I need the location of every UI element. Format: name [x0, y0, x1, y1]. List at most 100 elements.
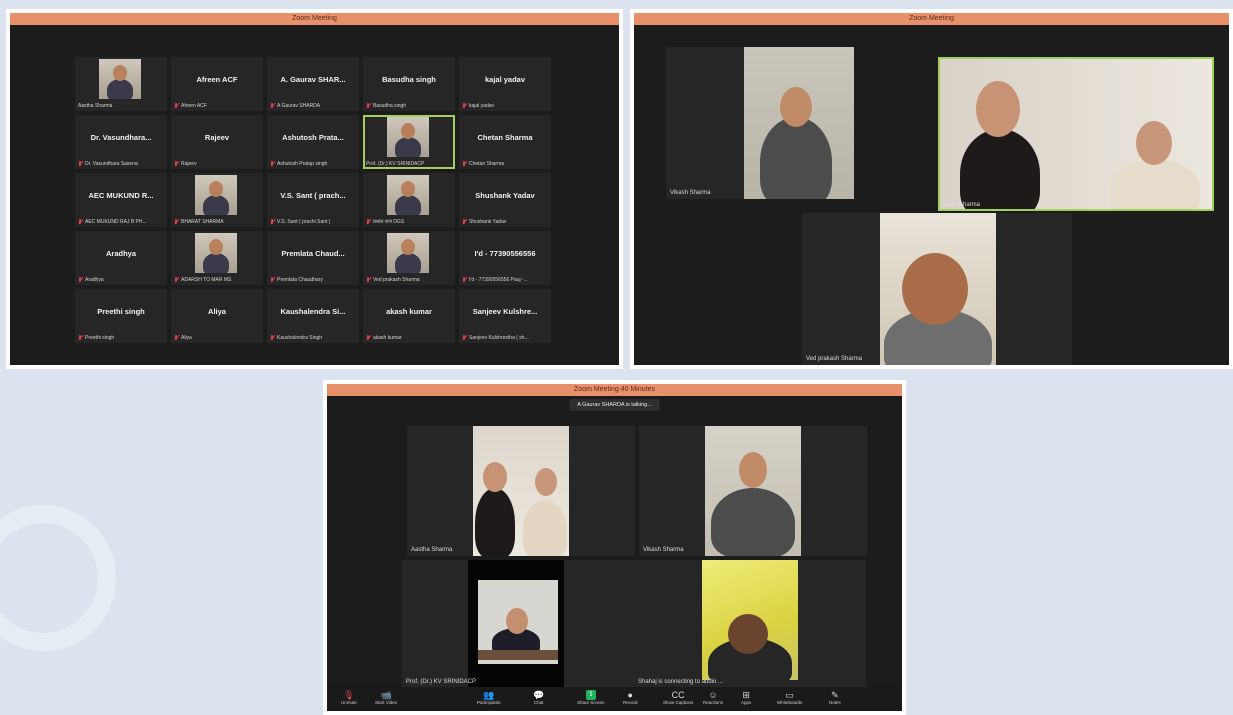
- gallery-tile[interactable]: ADARSH TO MAR MS: [171, 231, 263, 285]
- mic-muted-icon: [270, 219, 275, 225]
- apps-button[interactable]: ⊞ Apps: [741, 690, 751, 705]
- share-screen-button[interactable]: ⇧ Share Screen: [577, 690, 605, 705]
- video-tile[interactable]: Ved prakash Sharma: [802, 213, 1072, 365]
- gallery-tile[interactable]: Ved prakash Sharma: [363, 231, 455, 285]
- chat-button[interactable]: 💬 Chat: [533, 690, 544, 705]
- reactions-button[interactable]: ☺ Reactions: [703, 690, 723, 705]
- participants-button[interactable]: 👥 Participants: [477, 690, 501, 705]
- participant-name: Vikash Sharma: [670, 190, 711, 196]
- participant-display-name: Basudha singh: [382, 75, 436, 84]
- participant-name: Ved prakash Sharma: [373, 277, 420, 283]
- participant-name-label: Aliya: [174, 335, 261, 341]
- record-icon: ●: [627, 690, 633, 700]
- mic-off-button[interactable]: 🎙 Unmute: [341, 690, 357, 705]
- participant-name: Ved prakash Sharma: [806, 356, 863, 362]
- gallery-tile[interactable]: I'd - 77390556556 I'd - 77390556556 Pauj …: [459, 231, 551, 285]
- participant-name-label: Preethi singh: [78, 335, 165, 341]
- gallery-tile[interactable]: प्रशांत राज DGS: [363, 173, 455, 227]
- gallery-tile[interactable]: Aliya Aliya: [171, 289, 263, 343]
- participant-name: प्रशांत राज DGS: [373, 219, 405, 225]
- participant-name-label: Kaushalendra Singh: [270, 335, 357, 341]
- participant-name: Basudha singh: [373, 103, 407, 109]
- gallery-tile[interactable]: V.S. Sant ( prach... V.S. Sant ( prachi S…: [267, 173, 359, 227]
- participant-name-label: प्रशांत राज DGS: [366, 219, 453, 225]
- notes-button[interactable]: ✎ Notes: [829, 690, 841, 705]
- gallery-tile[interactable]: AEC MUKUND R... AEC MUKUND RAJ B PH...: [75, 173, 167, 227]
- toolbar-label: Chat: [533, 700, 544, 705]
- gallery-tile[interactable]: Dr. Vasundhara... Dr. Vasundhara Saxena: [75, 115, 167, 169]
- mic-muted-icon: [270, 161, 275, 167]
- mic-muted-icon: [174, 277, 179, 283]
- mic-muted-icon: [78, 219, 83, 225]
- chat-icon: 💬: [533, 690, 545, 700]
- participant-name-label: I'd - 77390556556 Pauj -...: [462, 277, 549, 283]
- gallery-tile[interactable]: Prof. (Dr.) KV SRINIDACP: [363, 115, 455, 169]
- gallery-tile[interactable]: Afreen ACF Afreen ACF: [171, 57, 263, 111]
- participant-name-label: Chetan Sharma: [462, 161, 549, 167]
- participant-name: Afreen ACF: [181, 103, 207, 109]
- mic-muted-icon: [462, 219, 467, 225]
- mic-muted-icon: [366, 103, 371, 109]
- mic-off-icon: 🎙: [343, 690, 355, 700]
- gallery-tile[interactable]: Kaushalendra Si... Kaushalendra Singh: [267, 289, 359, 343]
- mic-muted-icon: [78, 161, 83, 167]
- gallery-tile[interactable]: BHARAT SHARMA: [171, 173, 263, 227]
- record-button[interactable]: ● Record: [623, 690, 638, 705]
- participants-icon: 👥: [483, 690, 495, 700]
- gallery-tile[interactable]: Sanjeev Kulshre... Sanjeev Kulshrestha ( …: [459, 289, 551, 343]
- gallery-tile[interactable]: Preethi singh Preethi singh: [75, 289, 167, 343]
- participant-name-label: A Gaurav SHARDA: [270, 103, 357, 109]
- gallery-tile[interactable]: kajal yadav kajal yadav: [459, 57, 551, 111]
- video-off-button[interactable]: 📹 Start Video: [375, 690, 397, 705]
- gallery-tile[interactable]: Chetan Sharma Chetan Sharma: [459, 115, 551, 169]
- gallery-tile[interactable]: A. Gaurav SHAR... A Gaurav SHARDA: [267, 57, 359, 111]
- video-tile[interactable]: Vikash Sharma: [639, 426, 867, 556]
- video-tile[interactable]: Prof. (Dr.) KV SRINIDACP: [402, 560, 634, 688]
- participant-name: Shushank Yadav: [469, 219, 507, 225]
- video-tile[interactable]: Shahaj is connecting to audio ...: [634, 560, 866, 688]
- captions-button[interactable]: CC Show Captions: [663, 690, 693, 705]
- participant-display-name: V.S. Sant ( prach...: [280, 191, 346, 200]
- video-thumbnail: [387, 117, 429, 157]
- participant-name: Prof. (Dr.) KV SRINIDACP: [366, 161, 425, 167]
- window-title: Zoom Meeting: [10, 13, 619, 25]
- toolbar-label: Reactions: [703, 700, 724, 705]
- share-screen-icon: ⇧: [585, 690, 596, 700]
- gallery-tile[interactable]: Basudha singh Basudha singh: [363, 57, 455, 111]
- video-tile[interactable]: Aastha Sharma: [407, 426, 635, 556]
- gallery-tile[interactable]: Shushank Yadav Shushank Yadav: [459, 173, 551, 227]
- reactions-icon: ☺: [708, 690, 718, 700]
- mic-muted-icon: [270, 277, 275, 283]
- participant-name-label: BHARAT SHARMA: [174, 219, 261, 225]
- gallery-tile[interactable]: Aradhya Aradhya: [75, 231, 167, 285]
- window-title: Zoom Meeting: [634, 13, 1229, 25]
- background-watermark: [0, 505, 116, 651]
- mic-muted-icon: [462, 103, 467, 109]
- participant-name-label: ADARSH TO MAR MS: [174, 277, 261, 283]
- participant-display-name: A. Gaurav SHAR...: [280, 75, 346, 84]
- mic-muted-icon: [174, 161, 179, 167]
- participant-name-label: Prof. (Dr.) KV SRINIDACP: [366, 161, 453, 167]
- gallery-tile[interactable]: akash kumar akash kumar: [363, 289, 455, 343]
- participant-display-name: Aliya: [208, 307, 226, 316]
- gallery-tile[interactable]: Premlata Chaud... Premlata Chaudhary: [267, 231, 359, 285]
- gallery-tile[interactable]: Rajeev Rajeev: [171, 115, 263, 169]
- participant-display-name: kajal yadav: [484, 75, 526, 84]
- video-tile-active-speaker[interactable]: aasthasharma: [938, 57, 1214, 211]
- meeting-window: Zoom Meeting 40 Minutes A Gaurav SHARDA …: [323, 380, 906, 715]
- active-speaker-indicator: A Gaurav SHARDA is talking...: [569, 399, 660, 411]
- video-thumbnail: [99, 59, 141, 99]
- video-tile[interactable]: Vikash Sharma: [666, 47, 854, 199]
- whiteboard-icon: ▭: [785, 690, 794, 700]
- participant-display-name: Kaushalendra Si...: [280, 307, 346, 316]
- gallery-tile[interactable]: Ashutosh Prata... Ashutosh Pratap singh: [267, 115, 359, 169]
- gallery-tile[interactable]: Aastha Sharma: [75, 57, 167, 111]
- video-off-icon: 📹: [380, 690, 392, 700]
- video-feed: [473, 426, 569, 556]
- participant-name-label: Premlata Chaudhary: [270, 277, 357, 283]
- participant-display-name: Preethi singh: [97, 307, 145, 316]
- video-thumbnail: [387, 233, 429, 273]
- whiteboard-button[interactable]: ▭ Whiteboards: [777, 690, 802, 705]
- speaker-view-window: Zoom Meeting Vikash Sharma aasthasharma …: [630, 9, 1233, 369]
- participant-name-label: Ashutosh Pratap singh: [270, 161, 357, 167]
